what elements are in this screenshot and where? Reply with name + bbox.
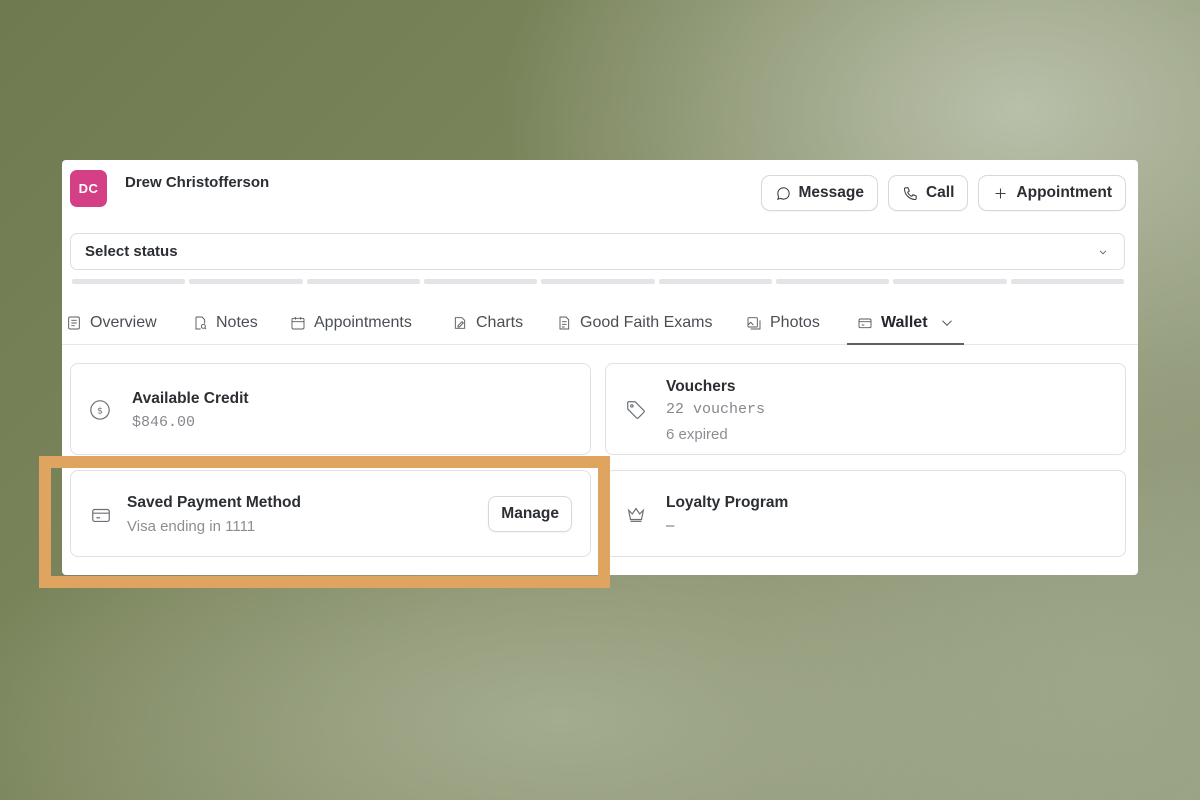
tab-notes[interactable]: Notes (192, 314, 258, 332)
loyalty-program-card[interactable]: Loyalty Program – (605, 470, 1126, 557)
saved-payment-title: Saved Payment Method (127, 494, 301, 511)
tab-label: Appointments (314, 314, 412, 331)
plus-icon (995, 188, 1006, 198)
chat-bubble-icon (776, 186, 790, 200)
saved-payment-method-card: Saved Payment Method Visa ending in 1111… (70, 470, 591, 557)
tab-overview[interactable]: Overview (66, 314, 157, 332)
progress-segment (775, 279, 890, 284)
credit-card-icon (90, 504, 112, 531)
available-credit-title: Available Credit (132, 390, 249, 407)
tab-charts[interactable]: Charts (452, 314, 523, 332)
add-appointment-button[interactable]: Appointment (978, 175, 1126, 211)
appointment-button-label: Appointment (1016, 184, 1112, 201)
call-button-label: Call (925, 184, 955, 201)
crown-icon (625, 503, 647, 530)
phone-icon (903, 186, 917, 200)
status-progress (72, 279, 1124, 284)
loyalty-title: Loyalty Program (666, 494, 789, 511)
status-select[interactable]: Select status (70, 233, 1125, 270)
calendar-icon (291, 317, 305, 330)
photos-icon (747, 317, 761, 330)
document-icon (559, 316, 570, 330)
progress-segment (893, 279, 1007, 284)
svg-text:$: $ (97, 406, 103, 417)
tab-photos[interactable]: Photos (746, 314, 820, 332)
manage-payment-button[interactable]: Manage (488, 496, 572, 532)
tab-appointments[interactable]: Appointments (290, 314, 412, 332)
progress-segment (189, 279, 303, 284)
notes-icon (195, 316, 207, 330)
vouchers-card[interactable]: Vouchers 22 vouchers 6 expired (605, 363, 1126, 455)
message-button[interactable]: Message (760, 175, 878, 211)
action-buttons: Message Call Appointment (760, 175, 1126, 211)
progress-segment (423, 279, 538, 284)
call-button[interactable]: Call (887, 175, 969, 211)
progress-segment (72, 279, 186, 284)
chart-icon (454, 317, 466, 329)
tab-label: Photos (770, 314, 820, 331)
status-select-value: Select status (85, 243, 178, 260)
progress-segment (306, 279, 420, 284)
active-tab-indicator (847, 343, 964, 345)
chevron-down-icon (1099, 250, 1107, 254)
dollar-icon: $ (89, 399, 111, 426)
tab-wallet[interactable]: Wallet (857, 314, 956, 332)
tab-label: Charts (476, 314, 524, 331)
available-credit-card: $ Available Credit $846.00 (70, 363, 591, 455)
overview-icon (68, 316, 80, 330)
progress-segment (658, 279, 772, 284)
vouchers-expired: 6 expired (666, 426, 728, 443)
progress-segment (1010, 279, 1124, 284)
tab-label: Overview (90, 314, 157, 331)
avatar: DC (70, 170, 107, 207)
progress-segment (541, 279, 655, 284)
tag-icon (625, 399, 647, 426)
saved-payment-detail: Visa ending in 1111 (127, 518, 256, 535)
message-button-label: Message (798, 184, 864, 201)
vouchers-count: 22 vouchers (666, 401, 766, 418)
available-credit-value: $846.00 (132, 414, 196, 431)
loyalty-value: – (666, 517, 675, 534)
client-name: Drew Christofferson (125, 174, 270, 191)
tab-label: Good Faith Exams (580, 314, 713, 331)
client-panel: DC Drew Christofferson Message Call Appo… (62, 160, 1138, 575)
tab-label: Notes (216, 314, 258, 331)
tab-bar: Overview Notes Appointments Charts Good … (62, 304, 1138, 345)
tab-good-faith-exams[interactable]: Good Faith Exams (556, 314, 713, 332)
chevron-down-icon (941, 320, 952, 326)
wallet-icon (858, 318, 872, 329)
tab-label: Wallet (881, 314, 928, 331)
vouchers-title: Vouchers (666, 378, 736, 395)
